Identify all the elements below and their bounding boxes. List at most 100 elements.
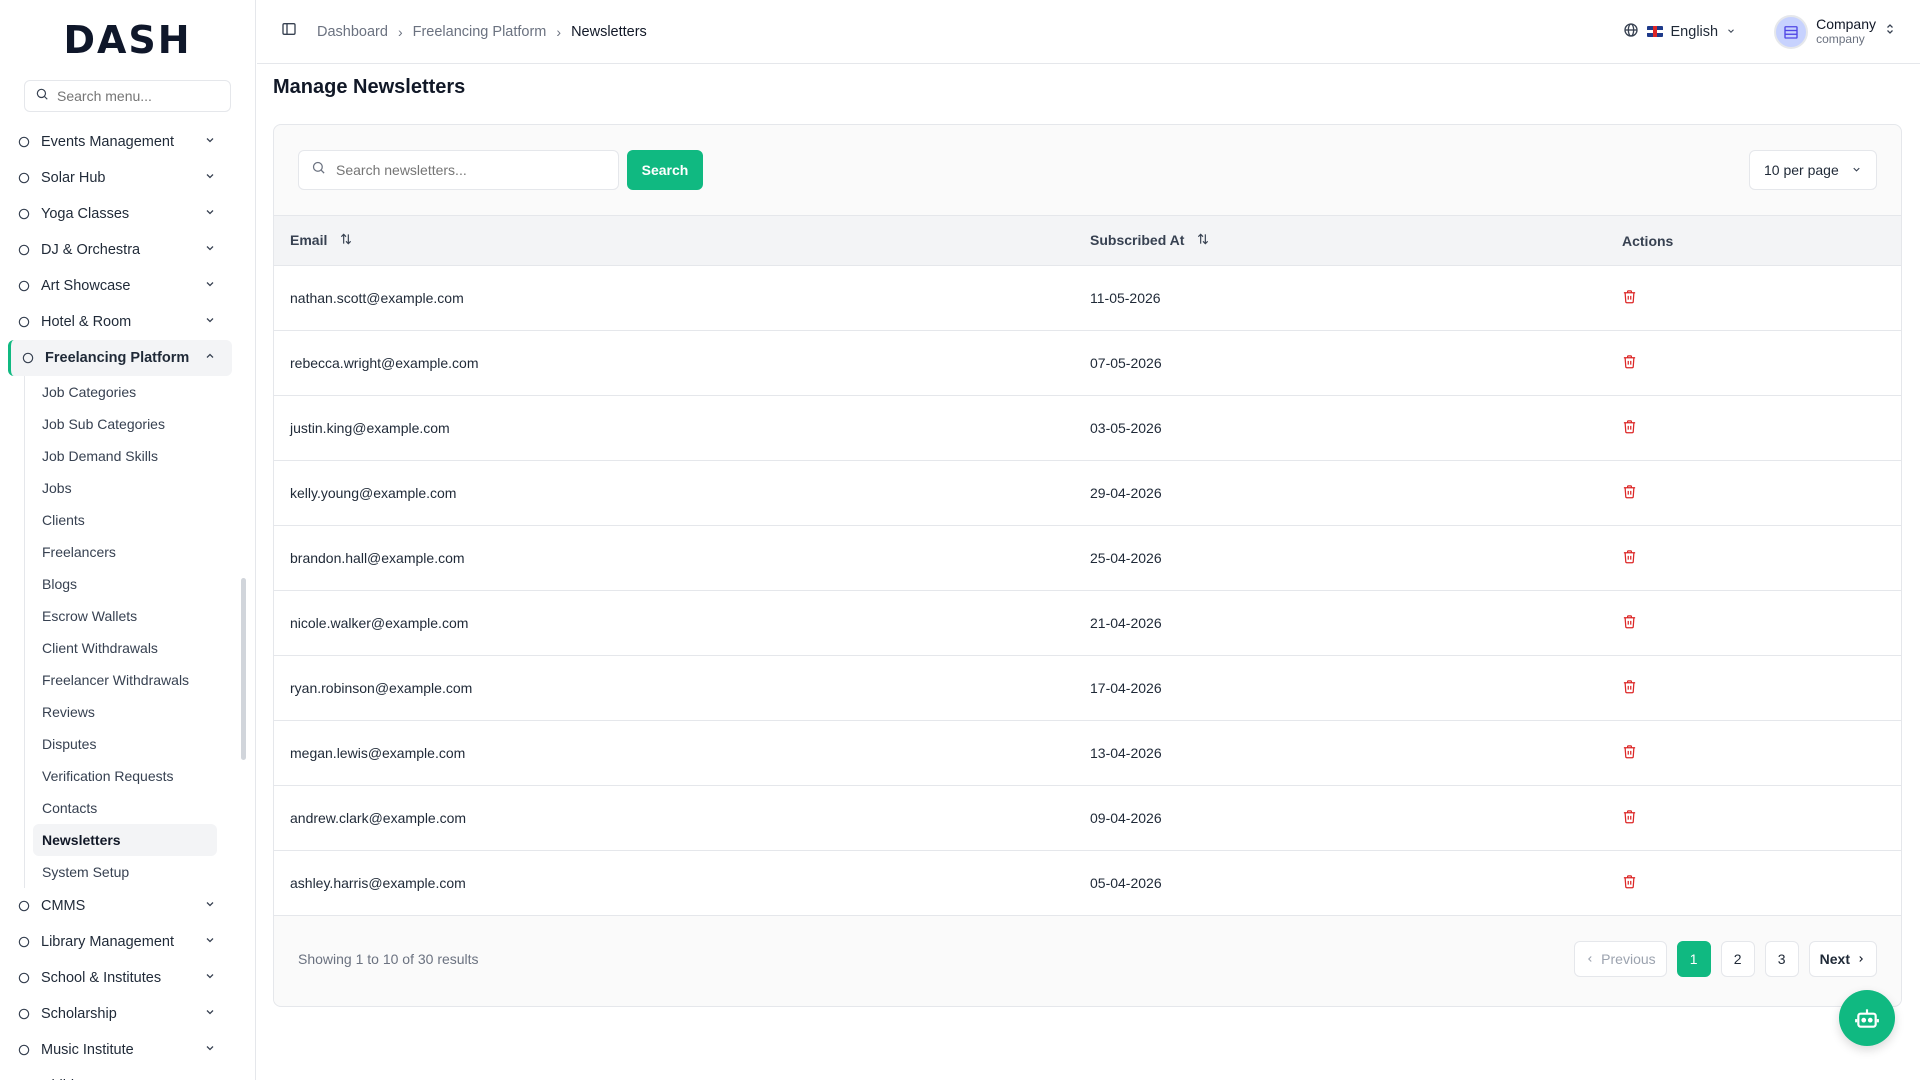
sidebar-item-solar-hub[interactable]: Solar Hub [0,160,232,196]
delete-icon[interactable] [1622,549,1638,565]
breadcrumb: Dashboard › Freelancing Platform › Newsl… [317,24,647,40]
sidebar-subitem-contacts[interactable]: Contacts [25,792,217,824]
breadcrumb-dashboard[interactable]: Dashboard [317,24,388,40]
actions-cell [1606,266,1901,331]
subscribed-at-cell: 05-04-2026 [1090,875,1162,891]
next-label: Next [1819,951,1850,967]
sidebar-subitem-job-categories[interactable]: Job Categories [25,376,217,408]
column-header-email[interactable]: Email [274,216,1074,266]
subscribed-at-cell: 21-04-2026 [1090,615,1162,631]
sidebar-item-cmms[interactable]: CMMS [0,888,232,924]
library-icon [16,934,32,950]
search-icon [311,160,326,180]
sidebar-subitem-job-demand-skills[interactable]: Job Demand Skills [25,440,217,472]
table-row: ryan.robinson@example.com 17-04-2026 [274,656,1901,721]
newsletter-search[interactable] [298,150,619,190]
table-row: nathan.scott@example.com 11-05-2026 [274,266,1901,331]
sidebar-item-art-showcase[interactable]: Art Showcase [0,268,232,304]
page-button-1[interactable]: 1 [1676,941,1711,977]
email-cell: nathan.scott@example.com [290,290,464,306]
sidebar-item-yoga-classes[interactable]: Yoga Classes [0,196,232,232]
table-toolbar: Search 10 per page [274,125,1901,215]
sidebar-subitem-clients[interactable]: Clients [25,504,217,536]
sidebar-submenu: Job Categories Job Sub Categories Job Dema… [24,376,255,888]
user-menu[interactable]: Company company [1774,14,1896,49]
sidebar-subitem-jobs[interactable]: Jobs [25,472,217,504]
sidebar-toggle-icon[interactable] [281,21,297,42]
email-cell: andrew.clark@example.com [290,810,467,826]
sidebar: DASH Events Management Solar Hub Yoga Clas… [0,0,256,1080]
sidebar-subitem-freelancer-withdrawals[interactable]: Freelancer Withdrawals [25,664,217,696]
sidebar-subitem-verification-requests[interactable]: Verification Requests [25,760,217,792]
next-page-button[interactable]: Next [1808,941,1877,977]
sidebar-subitem-system-setup[interactable]: System Setup [25,856,217,888]
sidebar-item-library-management[interactable]: Library Management [0,924,232,960]
sidebar-item-label: Solar Hub [41,170,106,186]
sidebar-item-hotel-room[interactable]: Hotel & Room [0,304,232,340]
delete-icon[interactable] [1622,809,1638,825]
sidebar-item-scholarship[interactable]: Scholarship [0,996,232,1032]
sidebar-item-dj-orchestra[interactable]: DJ & Orchestra [0,232,232,268]
delete-icon[interactable] [1622,874,1638,890]
column-header-subscribed-at[interactable]: Subscribed At [1074,216,1606,266]
user-role: company [1816,31,1865,46]
sidebar-subitem-job-sub-categories[interactable]: Job Sub Categories [25,408,217,440]
sidebar-item-label: Music Institute [41,1042,134,1058]
sidebar-scrollbar[interactable] [241,578,246,760]
sidebar-subitem-escrow-wallets[interactable]: Escrow Wallets [25,600,217,632]
sidebar-item-childcare[interactable]: Childcare [0,1068,232,1080]
sort-icon[interactable] [1196,232,1210,249]
chevron-right-icon: › [397,23,403,40]
sidebar-subitem-client-withdrawals[interactable]: Client Withdrawals [25,632,217,664]
table-row: justin.king@example.com 03-05-2026 [274,396,1901,461]
chevron-down-icon [1726,24,1736,40]
sidebar-subitem-freelancers[interactable]: Freelancers [25,536,217,568]
actions-cell [1606,851,1901,916]
language-selector[interactable]: English [1623,22,1737,42]
newsletters-card: Search 10 per page Email [273,124,1902,1007]
logo-text: DASH [63,18,192,62]
sidebar-item-music-institute[interactable]: Music Institute [0,1032,232,1068]
sidebar-item-events-management[interactable]: Events Management [0,124,232,160]
laptop-icon [20,350,36,366]
actions-cell [1606,656,1901,721]
sidebar-item-school-institutes[interactable]: School & Institutes [0,960,232,996]
chatbot-button[interactable] [1839,990,1895,1046]
globe-icon [1623,22,1639,42]
sidebar-subitem-reviews[interactable]: Reviews [25,696,217,728]
breadcrumb-freelancing-platform[interactable]: Freelancing Platform [413,24,547,40]
table-footer: Showing 1 to 10 of 30 results Previous 1… [274,916,1901,1002]
page-button-2[interactable]: 2 [1720,941,1755,977]
sidebar-search-input[interactable] [57,88,237,104]
subscribed-at-cell: 29-04-2026 [1090,485,1162,501]
sort-icon[interactable] [339,232,353,249]
page-button-3[interactable]: 3 [1764,941,1799,977]
building-icon [16,970,32,986]
delete-icon[interactable] [1622,484,1638,500]
per-page-select[interactable]: 10 per page [1749,150,1877,190]
sidebar-subitem-disputes[interactable]: Disputes [25,728,217,760]
delete-icon[interactable] [1622,744,1638,760]
sidebar-item-freelancing-platform[interactable]: Freelancing Platform [8,340,232,376]
delete-icon[interactable] [1622,679,1638,695]
page-title: Manage Newsletters [273,76,466,98]
uk-flag-icon [1646,26,1663,37]
newsletters-table: Email Subscribed At Actions nathan.scott… [274,215,1901,916]
sidebar-subitem-newsletters[interactable]: Newsletters [33,824,217,856]
delete-icon[interactable] [1622,614,1638,630]
previous-page-button[interactable]: Previous [1574,941,1667,977]
previous-label: Previous [1601,951,1656,967]
chevron-down-icon [1851,162,1862,178]
delete-icon[interactable] [1622,289,1638,305]
sidebar-search[interactable] [24,80,237,112]
logo[interactable]: DASH [0,0,255,80]
chevron-down-icon [204,970,216,986]
search-button[interactable]: Search [627,150,703,190]
delete-icon[interactable] [1622,354,1638,370]
newsletter-search-input[interactable] [336,162,596,178]
delete-icon[interactable] [1622,419,1638,435]
table-row: megan.lewis@example.com 13-04-2026 [274,721,1901,786]
column-header-label: Email [290,231,328,248]
sidebar-subitem-blogs[interactable]: Blogs [25,568,217,600]
table-body: nathan.scott@example.com 11-05-2026 rebecc… [274,266,1901,916]
